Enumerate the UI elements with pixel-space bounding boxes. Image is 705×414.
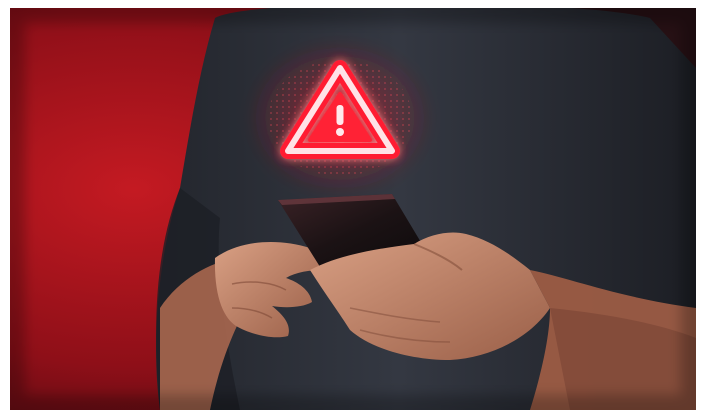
photo-illustration [10,8,696,410]
photo [10,8,696,410]
image-frame [0,0,705,414]
